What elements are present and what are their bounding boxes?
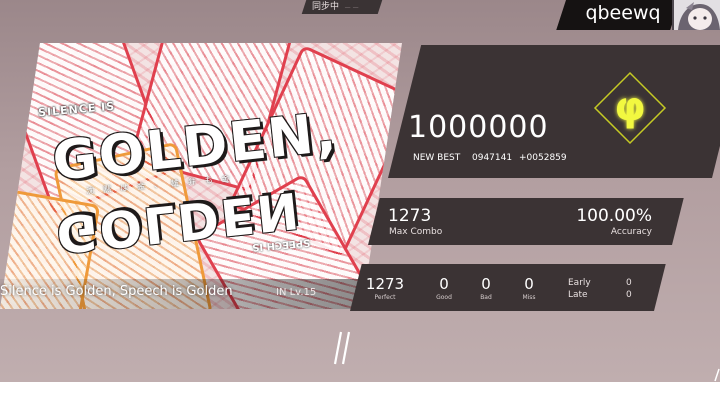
early-label: Early <box>568 278 591 288</box>
max-combo-label: Max Combo <box>389 227 443 237</box>
sync-status-sublabel: — — <box>344 4 359 11</box>
song-title: Silence is Golden, Speech is Golden <box>0 284 233 299</box>
bad-count: 0 <box>481 275 491 293</box>
username[interactable]: qbeewq <box>578 0 668 28</box>
sync-status-label: 同步中 <box>312 2 340 12</box>
new-best-label: NEW BEST <box>413 153 461 163</box>
early-count: 0 <box>626 278 632 288</box>
max-combo-value: 1273 <box>388 206 432 226</box>
score-difference: +0052859 <box>519 153 567 163</box>
late-count: 0 <box>626 290 632 300</box>
accuracy-label: Accuracy <box>610 227 652 237</box>
phi-grade-badge: φ <box>592 70 668 146</box>
miss-label: Miss <box>522 294 536 301</box>
score-value: 1000000 <box>408 110 549 145</box>
sync-status: 同步中 — — <box>301 0 383 14</box>
late-label: Late <box>568 290 588 300</box>
previous-best-score: 0947141 <box>472 153 513 163</box>
result-screen: 同步中 — — qbeewq SILENCE IS GOLDEN, 沈黙は金、雄弁… <box>0 0 720 382</box>
good-count: 0 <box>439 275 449 293</box>
perfect-label: Perfect <box>374 294 396 301</box>
bad-label: Bad <box>480 294 492 301</box>
corner-slash-icon <box>714 368 720 382</box>
good-label: Good <box>436 294 452 301</box>
song-cover-art: SILENCE IS GOLDEN, 沈黙は金、雄弁も金 GOLDEN SPEE… <box>0 43 402 309</box>
perfect-count: 1273 <box>365 275 405 293</box>
grade-letter: φ <box>614 84 645 130</box>
miss-count: 0 <box>524 275 534 293</box>
avatar[interactable] <box>672 0 720 30</box>
pause-slash-icon[interactable] <box>332 330 352 366</box>
accuracy-value: 100.00% <box>576 206 652 226</box>
avatar-image <box>674 0 720 30</box>
song-level: IN Lv.15 <box>276 287 317 298</box>
